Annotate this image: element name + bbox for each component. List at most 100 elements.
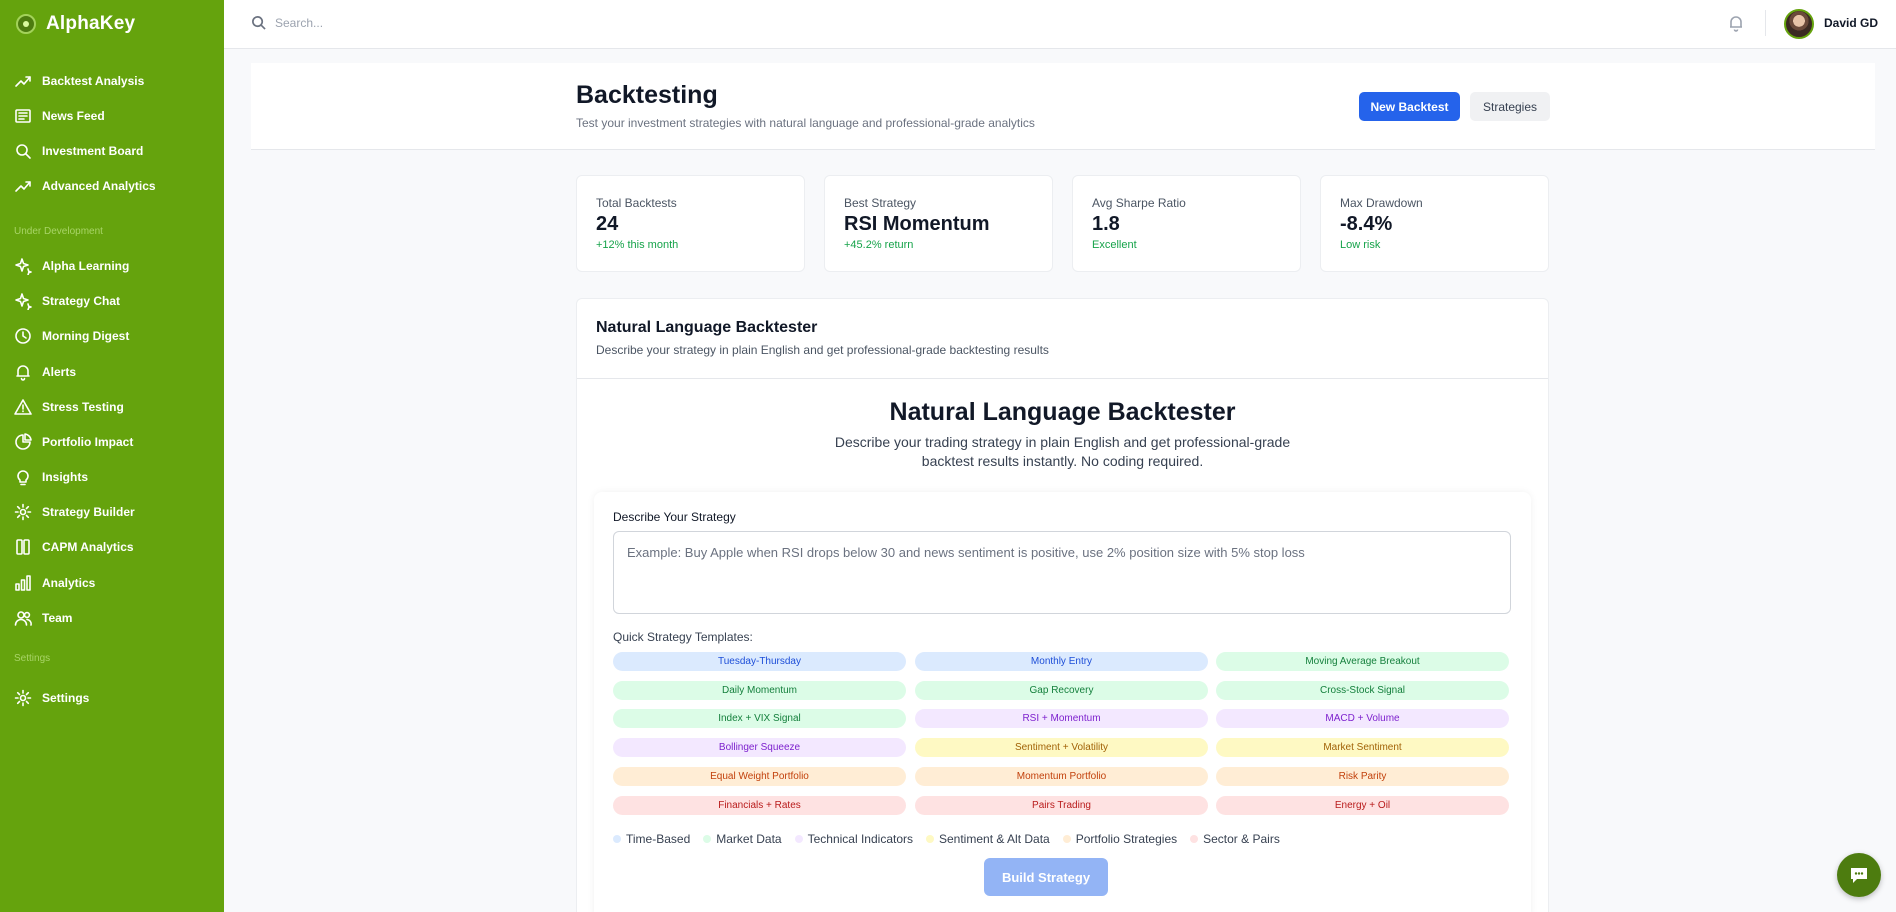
legend-item: Technical Indicators (794, 832, 913, 846)
sidebar-item-label: News Feed (42, 109, 105, 123)
nlb-heading: Natural Language Backtester (889, 398, 1236, 426)
strategy-panel: Describe Your Strategy Quick Strategy Te… (594, 492, 1531, 912)
template-gap-recovery[interactable]: Gap Recovery (915, 681, 1208, 700)
sidebar-item-insights[interactable]: Insights (14, 466, 88, 488)
template-macd-volume[interactable]: MACD + Volume (1216, 709, 1509, 728)
stat-sub: +12% this month (596, 239, 679, 251)
user-name[interactable]: David GD (1824, 16, 1878, 30)
sidebar-item-label: Strategy Chat (42, 294, 121, 308)
search-icon (251, 15, 266, 30)
stat-card-max-drawdown: Max Drawdown -8.4% Low risk (1320, 175, 1549, 272)
sidebar-item-label: Portfolio Impact (42, 435, 134, 449)
strategy-input[interactable] (613, 531, 1511, 614)
sidebar-item-team[interactable]: Team (14, 607, 72, 629)
legend-dot (613, 835, 621, 843)
sidebar-item-portfolio-impact[interactable]: Portfolio Impact (14, 431, 133, 453)
brand[interactable]: AlphaKey (16, 12, 135, 36)
describe-strategy-label: Describe Your Strategy (613, 510, 736, 524)
section-under-development: Under Development (14, 226, 103, 237)
avatar[interactable] (1784, 9, 1814, 39)
template-tuesday-thursday[interactable]: Tuesday-Thursday (613, 652, 906, 671)
template-cross-stock-signal[interactable]: Cross-Stock Signal (1216, 681, 1509, 700)
template-daily-momentum[interactable]: Daily Momentum (613, 681, 906, 700)
sidebar-item-strategy-chat[interactable]: Strategy Chat (14, 290, 120, 312)
template-pairs-trading[interactable]: Pairs Trading (915, 796, 1208, 815)
nlb-description: Describe your trading strategy in plain … (834, 434, 1291, 469)
legend-dot (703, 835, 712, 843)
template-risk-parity[interactable]: Risk Parity (1216, 767, 1509, 786)
bell-icon (16, 365, 30, 381)
template-equal-weight-portfolio[interactable]: Equal Weight Portfolio (613, 767, 906, 786)
legend-item: Portfolio Strategies (1062, 832, 1177, 846)
strategies-button[interactable]: Strategies (1470, 92, 1550, 121)
logo-icon (16, 14, 36, 34)
warning-icon (14, 399, 32, 415)
template-legend: Time-Based Market Data Technical Indicator… (613, 832, 1280, 846)
stat-card-avg-sharpe: Avg Sharpe Ratio 1.8 Excellent (1072, 175, 1301, 272)
template-bollinger-squeeze[interactable]: Bollinger Squeeze (613, 738, 906, 757)
sidebar-item-morning-digest[interactable]: Morning Digest (14, 325, 129, 347)
bar-chart-icon (15, 575, 31, 591)
legend-label: Sentiment & Alt Data (939, 832, 1050, 846)
legend-dot (1190, 835, 1199, 843)
chat-icon (1851, 868, 1867, 883)
stat-value: 24 (596, 213, 619, 235)
template-index-vix-signal[interactable]: Index + VIX Signal (613, 709, 906, 728)
template-moving-average-breakout[interactable]: Moving Average Breakout (1216, 652, 1509, 671)
sidebar-item-label: CAPM Analytics (42, 540, 134, 554)
legend-item: Market Data (703, 832, 782, 846)
card-subtitle: Describe your strategy in plain English … (596, 343, 1049, 357)
bell-icon[interactable] (1727, 14, 1745, 32)
divider (1765, 10, 1766, 36)
sidebar-item-investment-board[interactable]: Investment Board (14, 140, 143, 162)
sidebar-item-label: Alerts (42, 365, 77, 379)
sidebar-item-label: Strategy Builder (42, 505, 135, 519)
sidebar-item-label: Investment Board (42, 144, 144, 158)
sidebar-item-alerts[interactable]: Alerts (14, 361, 76, 383)
sparkles-icon (15, 293, 32, 310)
trending-up-icon (15, 181, 31, 192)
legend-label: Technical Indicators (807, 832, 913, 846)
columns-icon (16, 539, 30, 555)
template-financials-rates[interactable]: Financials + Rates (613, 796, 906, 815)
template-market-sentiment[interactable]: Market Sentiment (1216, 738, 1509, 757)
section-settings: Settings (14, 653, 51, 664)
sidebar-item-news-feed[interactable]: News Feed (14, 105, 105, 127)
template-energy-oil[interactable]: Energy + Oil (1216, 796, 1509, 815)
search-input[interactable] (275, 12, 675, 34)
template-rsi-momentum[interactable]: RSI + Momentum (915, 709, 1208, 728)
sidebar-item-backtest-analysis[interactable]: Backtest Analysis (14, 70, 144, 92)
stat-sub: Low risk (1340, 239, 1381, 251)
stat-sub: Excellent (1092, 239, 1137, 251)
chat-button[interactable] (1837, 853, 1881, 897)
gear-icon (14, 503, 32, 521)
sidebar-item-stress-testing[interactable]: Stress Testing (14, 396, 124, 418)
gear-icon (14, 689, 32, 707)
stat-card-total-backtests: Total Backtests 24 +12% this month (576, 175, 805, 272)
template-monthly-entry[interactable]: Monthly Entry (915, 652, 1208, 671)
sidebar-item-label: Settings (42, 691, 90, 705)
search-icon (16, 144, 31, 159)
nlb-card: Natural Language Backtester Describe you… (576, 298, 1549, 912)
sidebar-item-label: Team (42, 611, 73, 625)
sidebar-item-alpha-learning[interactable]: Alpha Learning (14, 255, 129, 277)
page-subtitle: Test your investment strategies with nat… (576, 116, 1035, 130)
sidebar-item-capm-analytics[interactable]: CAPM Analytics (14, 536, 134, 558)
legend-item: Time-Based (613, 832, 690, 846)
card-title: Natural Language Backtester (596, 319, 818, 336)
sidebar-item-analytics[interactable]: Analytics (14, 572, 95, 594)
sidebar-item-label: Analytics (42, 576, 96, 590)
new-backtest-button[interactable]: New Backtest (1359, 92, 1460, 121)
sidebar-item-label: Alpha Learning (42, 259, 130, 273)
legend-item: Sector & Pairs (1190, 832, 1280, 846)
sparkles-icon (15, 258, 32, 275)
stat-value: RSI Momentum (844, 213, 990, 235)
topbar: David GD (224, 0, 1896, 49)
sidebar-item-advanced-analytics[interactable]: Advanced Analytics (14, 175, 156, 197)
sidebar-item-settings[interactable]: Settings (14, 687, 89, 709)
template-momentum-portfolio[interactable]: Momentum Portfolio (915, 767, 1208, 786)
sidebar-item-strategy-builder[interactable]: Strategy Builder (14, 501, 135, 523)
template-sentiment-volatility[interactable]: Sentiment + Volatility (915, 738, 1208, 757)
legend-item: Sentiment & Alt Data (926, 832, 1050, 846)
build-strategy-button[interactable]: Build Strategy (984, 858, 1108, 896)
